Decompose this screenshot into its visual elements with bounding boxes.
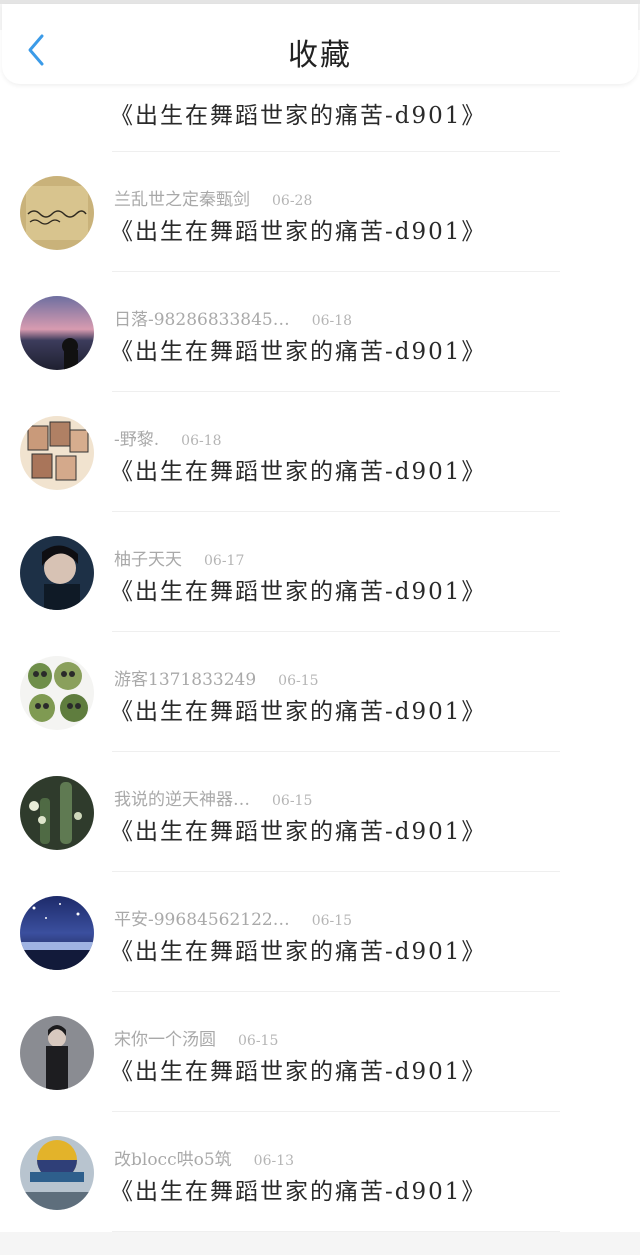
item-song-title: 《出生在舞蹈世家的痛苦-d901》 [110,1059,487,1085]
list-item[interactable]: 日落-98286833845… 06-18 《出生在舞蹈世家的痛苦-d901》 [0,272,640,392]
avatar[interactable] [20,896,94,970]
item-date: 06-15 [311,913,353,929]
item-song-title: 《出生在舞蹈世家的痛苦-d901》 [110,1179,487,1205]
item-user: 兰乱世之定秦甄剑 [114,190,250,210]
item-date: 06-18 [181,433,222,449]
avatar[interactable] [20,536,94,610]
item-date: 06-18 [311,313,353,329]
item-user: 日落-98286833845… [114,310,290,330]
avatar[interactable] [20,656,94,730]
item-meta: 我说的逆天神器… 06-15 [114,785,312,810]
avatar[interactable] [20,296,94,370]
item-song-title: 《出生在舞蹈世家的痛苦-d901》 [110,579,487,605]
item-meta: 平安-99684562122… 06-15 [114,905,352,930]
item-meta: 改blocc哄o5筑 06-13 [114,1145,294,1170]
item-song-title: 《出生在舞蹈世家的痛苦-d901》 [110,939,487,965]
item-date: 06-13 [253,1153,295,1169]
item-song-title: 《出生在舞蹈世家的痛苦-d901》 [110,339,487,365]
item-song-title: 《出生在舞蹈世家的痛苦-d901》 [110,819,487,845]
list-item[interactable]: 改blocc哄o5筑 06-13 《出生在舞蹈世家的痛苦-d901》 [0,1112,640,1232]
item-song-title: 《出生在舞蹈世家的痛苦-d901》 [110,459,487,485]
item-song-title: 《出生在舞蹈世家的痛苦-d901》 [110,219,487,245]
list-item[interactable]: -野黎. 06-18 《出生在舞蹈世家的痛苦-d901》 [0,392,640,512]
item-date: 06-28 [272,193,313,209]
item-user: 我说的逆天神器… [114,790,250,810]
list-item[interactable]: 平安-99684562122… 06-15 《出生在舞蹈世家的痛苦-d901》 [0,872,640,992]
item-user: 改blocc哄o5筑 [114,1150,232,1170]
item-song-title: 《出生在舞蹈世家的痛苦-d901》 [110,103,487,129]
avatar[interactable] [20,1136,94,1210]
item-song-title: 《出生在舞蹈世家的痛苦-d901》 [110,699,487,725]
item-meta: 日落-98286833845… 06-18 [114,305,352,330]
avatar[interactable] [20,1016,94,1090]
favorites-list: 《出生在舞蹈世家的痛苦-d901》 兰乱世之定秦甄剑 06-28 《出生在舞蹈世家… [0,10,640,1232]
item-user: 游客1371833249 [114,670,257,690]
list-item[interactable]: 游客1371833249 06-15 《出生在舞蹈世家的痛苦-d901》 [0,632,640,752]
item-meta: 柚子天天 06-17 [114,545,244,570]
item-user: 平安-99684562122… [114,910,290,930]
item-meta: 兰乱世之定秦甄剑 06-28 [114,185,312,210]
item-user: -野黎. [114,430,160,450]
item-date: 06-15 [238,1033,279,1049]
item-date: 06-15 [278,673,319,689]
item-date: 06-17 [204,553,245,569]
avatar[interactable] [20,176,94,250]
item-user: 宋你一个汤圆 [114,1030,216,1050]
list-item[interactable]: 宋你一个汤圆 06-15 《出生在舞蹈世家的痛苦-d901》 [0,992,640,1112]
nav-header: 收藏 [2,4,638,84]
list-item[interactable]: 我说的逆天神器… 06-15 《出生在舞蹈世家的痛苦-d901》 [0,752,640,872]
item-date: 06-15 [272,793,313,809]
page-title: 收藏 [288,38,352,73]
item-meta: 宋你一个汤圆 06-15 [114,1025,278,1050]
item-user: 柚子天天 [114,550,182,570]
list-item[interactable]: 兰乱世之定秦甄剑 06-28 《出生在舞蹈世家的痛苦-d901》 [0,152,640,272]
item-meta: -野黎. 06-18 [114,425,222,450]
list-item[interactable]: 柚子天天 06-17 《出生在舞蹈世家的痛苦-d901》 [0,512,640,632]
avatar[interactable] [20,776,94,850]
avatar[interactable] [20,416,94,490]
item-meta: 游客1371833249 06-15 [114,665,319,690]
